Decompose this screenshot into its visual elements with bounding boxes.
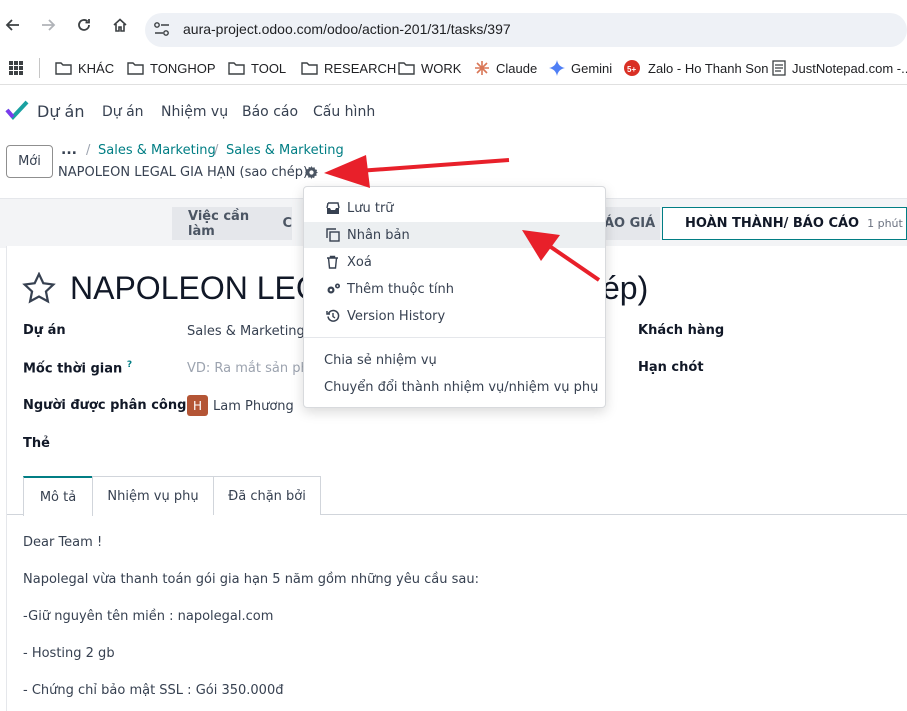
- menu-configuration[interactable]: Cấu hình: [313, 104, 375, 120]
- avatar: H: [187, 395, 208, 416]
- arrow-to-gear: [324, 155, 510, 188]
- record-title: NAPOLEON LEGAL GIA HẠN (sao chép): [58, 165, 309, 180]
- menu-tasks[interactable]: Nhiệm vụ: [161, 104, 228, 120]
- gemini-icon: [549, 60, 565, 76]
- bookmarks-divider: [39, 58, 40, 78]
- zalo-icon: 5+: [624, 60, 642, 76]
- bookmark-label: Zalo - Ho Thanh Son: [648, 60, 769, 76]
- delete-menu-item[interactable]: Xoá: [304, 249, 605, 275]
- gear-icon[interactable]: [305, 166, 318, 183]
- description-line: Napolegal vừa thanh toán gói gia hạn 5 n…: [23, 572, 479, 587]
- bookmark-label: TOOL: [251, 60, 287, 76]
- milestone-label: Mốc thời gian ?: [23, 360, 133, 377]
- stage-label: HOÀN THÀNH/ BÁO CÁO: [685, 216, 860, 231]
- task-name-input[interactable]: NAPOLEON LEG: [70, 270, 321, 307]
- bookmark-folder-research[interactable]: RESEARCH: [301, 59, 396, 77]
- milestone-field[interactable]: VD: Ra mắt sản phẩ: [187, 361, 317, 376]
- bookmark-claude[interactable]: Claude: [474, 59, 537, 77]
- assignee-field[interactable]: Lam Phương: [213, 399, 294, 414]
- bookmark-gemini[interactable]: Gemini: [549, 59, 612, 77]
- bookmark-label: JustNotepad.com -...: [792, 60, 907, 76]
- bookmark-folder-work[interactable]: WORK: [398, 59, 461, 77]
- app-name[interactable]: Dự án: [37, 102, 85, 121]
- description-line: - Chứng chỉ bảo mật SSL : Gói 350.000đ: [23, 683, 284, 698]
- menu-label: Thêm thuộc tính: [347, 281, 454, 297]
- bookmark-folder-tonghop[interactable]: TONGHOP: [127, 59, 216, 77]
- bookmark-label: Gemini: [571, 60, 613, 76]
- customer-label: Khách hàng: [638, 323, 725, 338]
- breadcrumb-separator: /: [86, 143, 91, 158]
- tab-blocked-by[interactable]: Đã chặn bởi: [213, 476, 321, 515]
- url-text[interactable]: aura-project.odoo.com/odoo/action-201/31…: [183, 21, 511, 37]
- assignee-label: Người được phân công: [23, 398, 187, 413]
- stage-todo[interactable]: Việc cần làm C: [172, 207, 292, 240]
- folder-icon: [127, 62, 144, 75]
- stage-done-report[interactable]: HOÀN THÀNH/ BÁO CÁO 1 phút: [662, 207, 907, 240]
- folder-icon: [55, 62, 72, 75]
- breadcrumb-more[interactable]: ...: [61, 142, 77, 158]
- duplicate-menu-item[interactable]: Nhân bản: [304, 222, 605, 248]
- history-icon: [326, 309, 340, 322]
- add-property-menu-item[interactable]: Thêm thuộc tính: [304, 276, 605, 302]
- description-line: -Giữ nguyên tên miền : napolegal.com: [23, 609, 274, 624]
- stage-label-partial: C: [282, 216, 292, 231]
- cogs-icon: [327, 283, 340, 294]
- share-task-menu-item[interactable]: Chia sẻ nhiệm vụ: [324, 353, 437, 368]
- tab-description[interactable]: Mô tả: [23, 476, 93, 516]
- stage-label: Việc cần làm: [188, 208, 250, 239]
- bookmark-label: Claude: [496, 60, 538, 76]
- breadcrumb-item[interactable]: Sales & Marketing: [226, 143, 344, 158]
- notepad-icon: [772, 60, 786, 76]
- tags-label: Thẻ: [23, 436, 50, 451]
- reload-icon[interactable]: [73, 14, 95, 36]
- folder-icon: [398, 62, 415, 75]
- description-line: - Hosting 2 gb: [23, 646, 115, 661]
- archive-menu-item[interactable]: Lưu trữ: [304, 195, 605, 221]
- zalo-badge: 5+: [627, 65, 637, 74]
- copy-icon: [326, 228, 340, 242]
- bookmark-label: KHÁC: [78, 60, 115, 76]
- project-app-logo-icon[interactable]: [5, 100, 29, 124]
- bookmark-label: WORK: [421, 60, 462, 76]
- claude-icon: [475, 61, 489, 75]
- menu-label: Xoá: [347, 254, 372, 270]
- tab-subtasks[interactable]: Nhiệm vụ phụ: [92, 476, 214, 515]
- project-field[interactable]: Sales & Marketing: [187, 324, 305, 339]
- task-name-input-tail: ép): [602, 270, 649, 306]
- site-settings-icon[interactable]: [153, 21, 171, 41]
- help-icon[interactable]: ?: [127, 360, 132, 370]
- stage-duration: 1 phút: [867, 217, 903, 230]
- project-label: Dự án: [23, 323, 66, 338]
- bookmark-zalo[interactable]: 5+ Zalo - Ho Thanh Son: [624, 59, 768, 77]
- folder-icon: [228, 62, 245, 75]
- archive-icon: [326, 201, 340, 214]
- home-icon[interactable]: [109, 14, 131, 36]
- menu-label: Nhân bản: [347, 227, 410, 243]
- deadline-label: Hạn chót: [638, 360, 704, 375]
- convert-task-menu-item[interactable]: Chuyển đổi thành nhiệm vụ/nhiệm vụ phụ: [324, 380, 598, 395]
- back-icon[interactable]: [2, 14, 24, 36]
- bookmark-justnotepad[interactable]: JustNotepad.com -...: [772, 59, 907, 77]
- forward-icon[interactable]: [37, 14, 59, 36]
- menu-label: Lưu trữ: [347, 200, 394, 216]
- menu-divider: [304, 337, 605, 338]
- description-line: Dear Team !: [23, 535, 103, 550]
- trash-icon: [327, 255, 338, 269]
- breadcrumb-separator: /: [214, 143, 219, 158]
- new-button[interactable]: Mới: [6, 145, 53, 178]
- menu-label: Version History: [347, 308, 446, 324]
- star-icon[interactable]: [22, 271, 56, 308]
- menu-projects[interactable]: Dự án: [102, 104, 144, 120]
- bookmark-folder-tool[interactable]: TOOL: [228, 59, 286, 77]
- bookmark-folder-khac[interactable]: KHÁC: [55, 59, 114, 77]
- apps-grid-icon[interactable]: [8, 59, 30, 77]
- folder-icon: [301, 62, 318, 75]
- breadcrumb-item[interactable]: Sales & Marketing: [98, 143, 216, 158]
- bookmark-label: TONGHOP: [150, 60, 216, 76]
- bookmark-label: RESEARCH: [324, 60, 397, 76]
- menu-reporting[interactable]: Báo cáo: [242, 104, 298, 120]
- version-history-menu-item[interactable]: Version History: [304, 303, 605, 329]
